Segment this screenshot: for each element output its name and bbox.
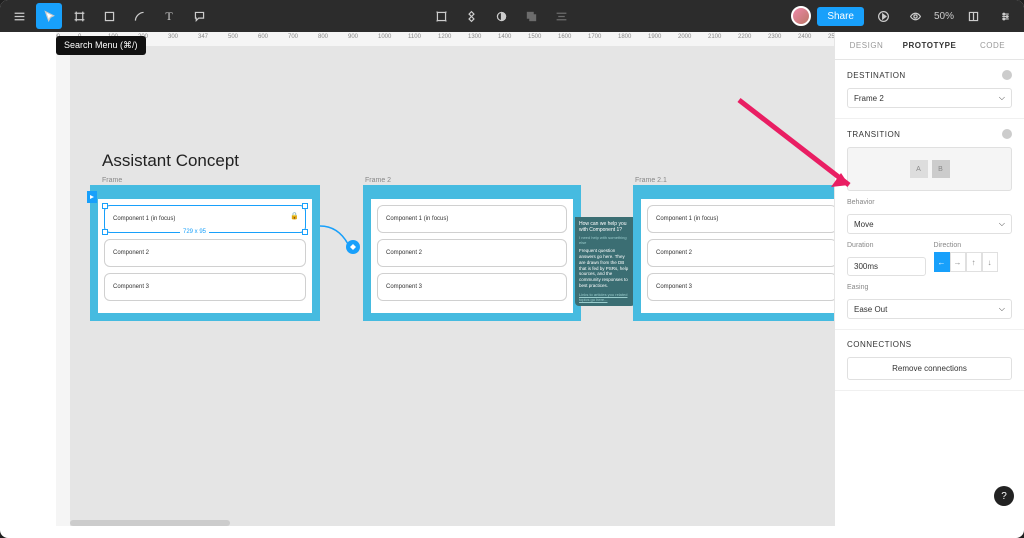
page-title: Assistant Concept (102, 151, 239, 171)
component-card[interactable]: Component 2 (377, 239, 567, 267)
chevron-down-icon: ⌵ (999, 219, 1005, 229)
component-card[interactable]: Component 3 (647, 273, 834, 301)
duration-input[interactable]: 300ms (847, 257, 926, 276)
component-card[interactable]: Component 2 (104, 239, 306, 267)
move-tool-icon[interactable] (36, 3, 62, 29)
union-icon[interactable] (519, 3, 545, 29)
chevron-down-icon: ⌵ (999, 304, 1005, 314)
component-card[interactable]: Component 3 (377, 273, 567, 301)
help-fab[interactable]: ? (994, 486, 1014, 506)
start-arrow-icon (87, 191, 97, 203)
frame-label[interactable]: Frame 2 (365, 177, 391, 184)
mask-icon[interactable] (489, 3, 515, 29)
pen-tool-icon[interactable] (126, 3, 152, 29)
share-button[interactable]: Share (817, 7, 864, 26)
settings-icon[interactable] (992, 3, 1018, 29)
annotation-arrow (729, 90, 869, 235)
book-icon[interactable] (960, 3, 986, 29)
help-panel[interactable]: How can we help you with Component 1? I … (575, 217, 635, 306)
frame-2[interactable]: Component 1 (in focus) Component 2 Compo… (363, 185, 581, 321)
direction-label: Direction (934, 242, 1013, 249)
easing-select[interactable]: Ease Out⌵ (847, 299, 1012, 319)
avatar[interactable] (791, 6, 811, 26)
comment-tool-icon[interactable] (186, 3, 212, 29)
behavior-select[interactable]: Move⌵ (847, 214, 1012, 234)
connections-heading: CONNECTIONS (847, 340, 912, 349)
direction-down[interactable]: ↓ (982, 252, 998, 272)
chevron-down-icon: ⌵ (999, 93, 1005, 103)
frame-1[interactable]: Component 1 (in focus) 🔒 729 x 95 Compon… (90, 185, 320, 321)
selection-dimensions: 729 x 95 (180, 228, 209, 236)
prototype-connection[interactable] (318, 214, 368, 264)
tooltip: Search Menu (⌘/) (56, 36, 146, 55)
destination-heading: DESTINATION (847, 71, 906, 80)
component-card[interactable]: Component 1 (in focus) (377, 205, 567, 233)
direction-right[interactable]: → (950, 252, 966, 272)
ruler-horizontal: -100010020030034750060070080090010001100… (56, 32, 834, 46)
tab-design[interactable]: DESIGN (835, 32, 898, 59)
horizontal-scrollbar[interactable] (70, 520, 230, 526)
help-icon[interactable] (1002, 70, 1012, 80)
panel-tabs: DESIGN PROTOTYPE CODE (835, 32, 1024, 60)
remove-connections-button[interactable]: Remove connections (847, 357, 1012, 380)
direction-left[interactable]: ← (934, 252, 950, 272)
tab-code[interactable]: CODE (961, 32, 1024, 59)
easing-label: Easing (847, 284, 1012, 291)
align-icon[interactable] (549, 3, 575, 29)
view-icon[interactable] (902, 3, 928, 29)
direction-up[interactable]: ↑ (966, 252, 982, 272)
component-card[interactable]: Component 2 (647, 239, 834, 267)
canvas[interactable]: Assistant Concept Frame Component 1 (in … (70, 46, 834, 526)
help-icon[interactable] (1002, 129, 1012, 139)
component-card[interactable]: Component 3 (104, 273, 306, 301)
main-toolbar: T Share 50% (0, 0, 1024, 32)
zoom-level[interactable]: 50% (934, 11, 954, 22)
play-icon[interactable] (870, 3, 896, 29)
text-tool-icon[interactable]: T (156, 3, 182, 29)
lock-icon: 🔒 (290, 212, 299, 220)
bounds-icon[interactable] (429, 3, 455, 29)
tab-prototype[interactable]: PROTOTYPE (898, 32, 961, 59)
frame-label[interactable]: Frame 2.1 (635, 177, 667, 184)
ruler-vertical (56, 46, 70, 526)
component-icon[interactable] (459, 3, 485, 29)
behavior-label: Behavior (847, 199, 1012, 206)
frame-label[interactable]: Frame (102, 177, 122, 184)
shape-tool-icon[interactable] (96, 3, 122, 29)
direction-group: ← → ↑ ↓ (934, 252, 1013, 272)
duration-label: Duration (847, 242, 926, 249)
destination-select[interactable]: Frame 2⌵ (847, 88, 1012, 108)
menu-icon[interactable] (6, 3, 32, 29)
frame-tool-icon[interactable] (66, 3, 92, 29)
transition-preview[interactable]: A B (847, 147, 1012, 191)
